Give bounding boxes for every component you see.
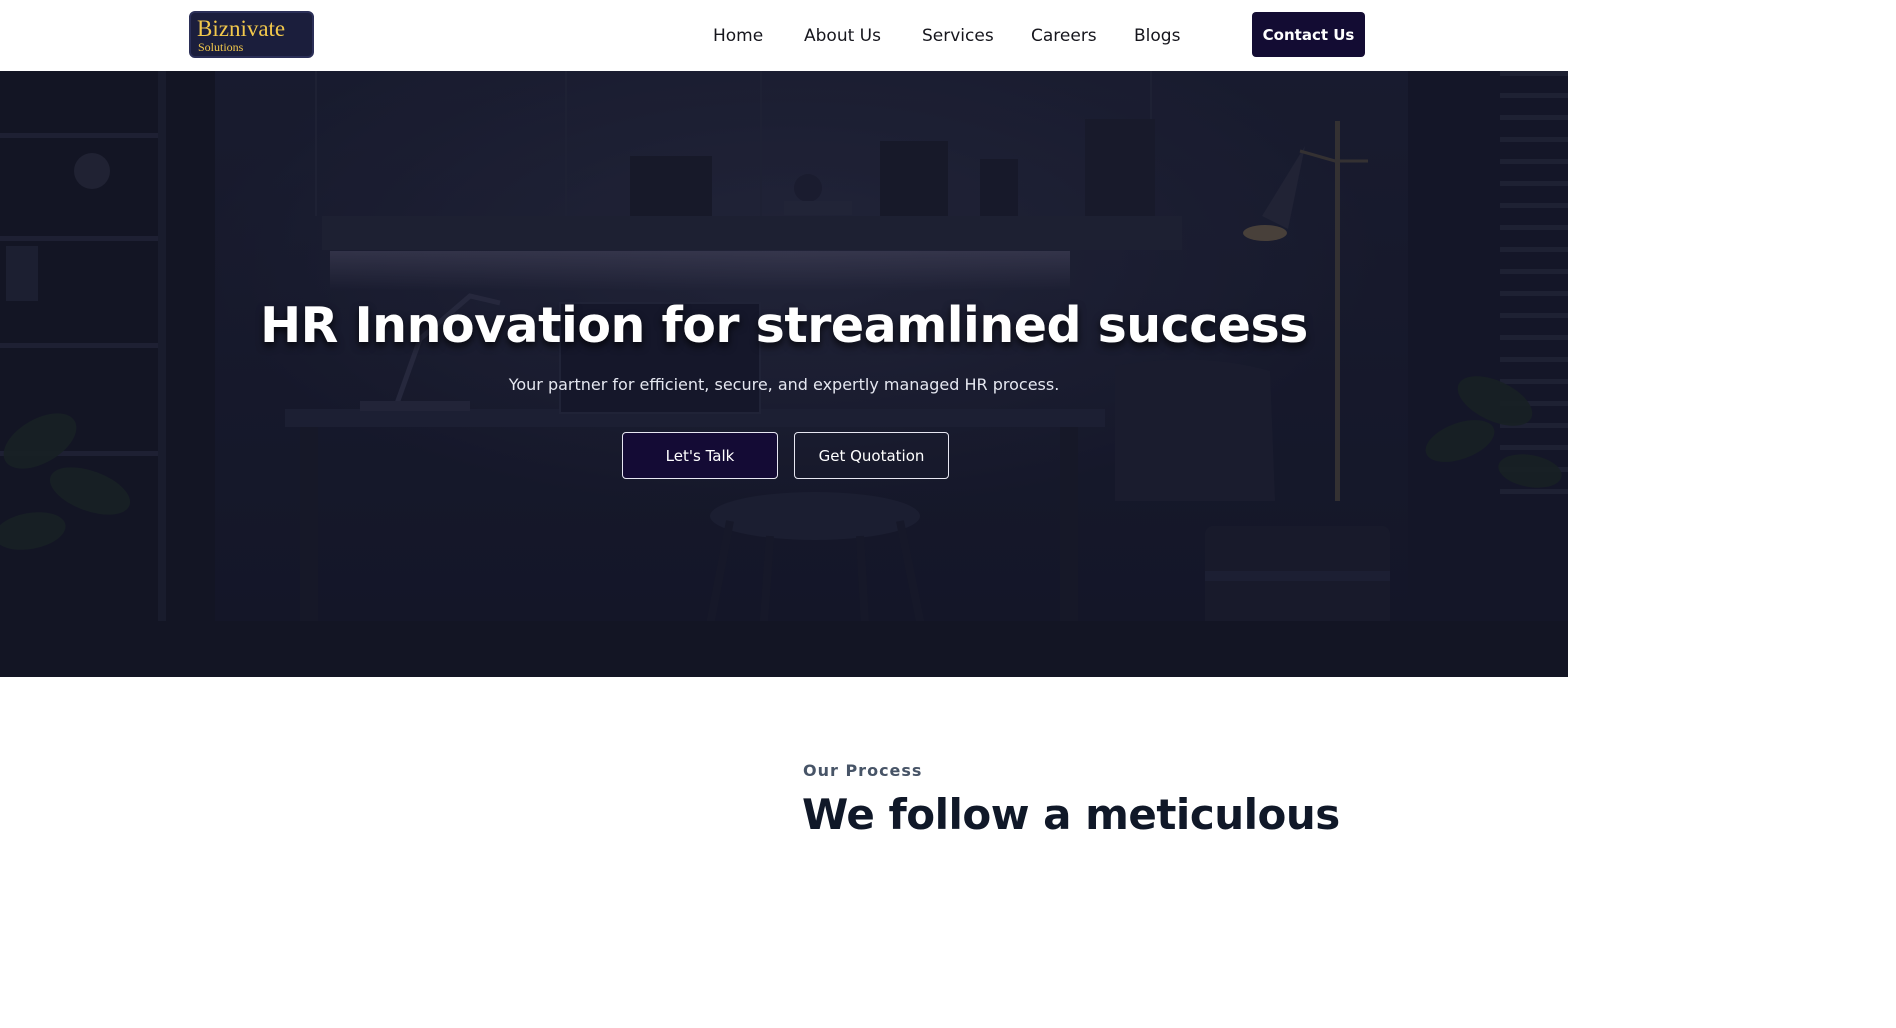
nav-careers[interactable]: Careers — [1031, 22, 1097, 50]
hero-overlay — [0, 71, 1568, 677]
brand-subtitle: Solutions — [198, 40, 244, 54]
nav-about-us[interactable]: About Us — [804, 22, 881, 50]
process-eyebrow: Our Process — [803, 761, 923, 780]
get-quotation-button[interactable]: Get Quotation — [794, 432, 949, 479]
nav-services[interactable]: Services — [922, 22, 994, 50]
hero-title: HR Innovation for streamlined success — [260, 297, 1308, 354]
hero-subtitle: Your partner for efficient, secure, and … — [508, 375, 1060, 394]
hero-section: HR Innovation for streamlined success Yo… — [0, 71, 1568, 677]
contact-us-button[interactable]: Contact Us — [1252, 12, 1365, 57]
process-title: We follow a meticulous — [802, 790, 1340, 839]
brand-name: Biznivate — [197, 16, 286, 41]
nav-home[interactable]: Home — [713, 22, 763, 50]
site-header: Biznivate Solutions Home About Us Servic… — [0, 0, 1568, 71]
lets-talk-button[interactable]: Let's Talk — [622, 432, 778, 479]
brand-logo[interactable]: Biznivate Solutions — [189, 11, 314, 58]
nav-blogs[interactable]: Blogs — [1134, 22, 1180, 50]
